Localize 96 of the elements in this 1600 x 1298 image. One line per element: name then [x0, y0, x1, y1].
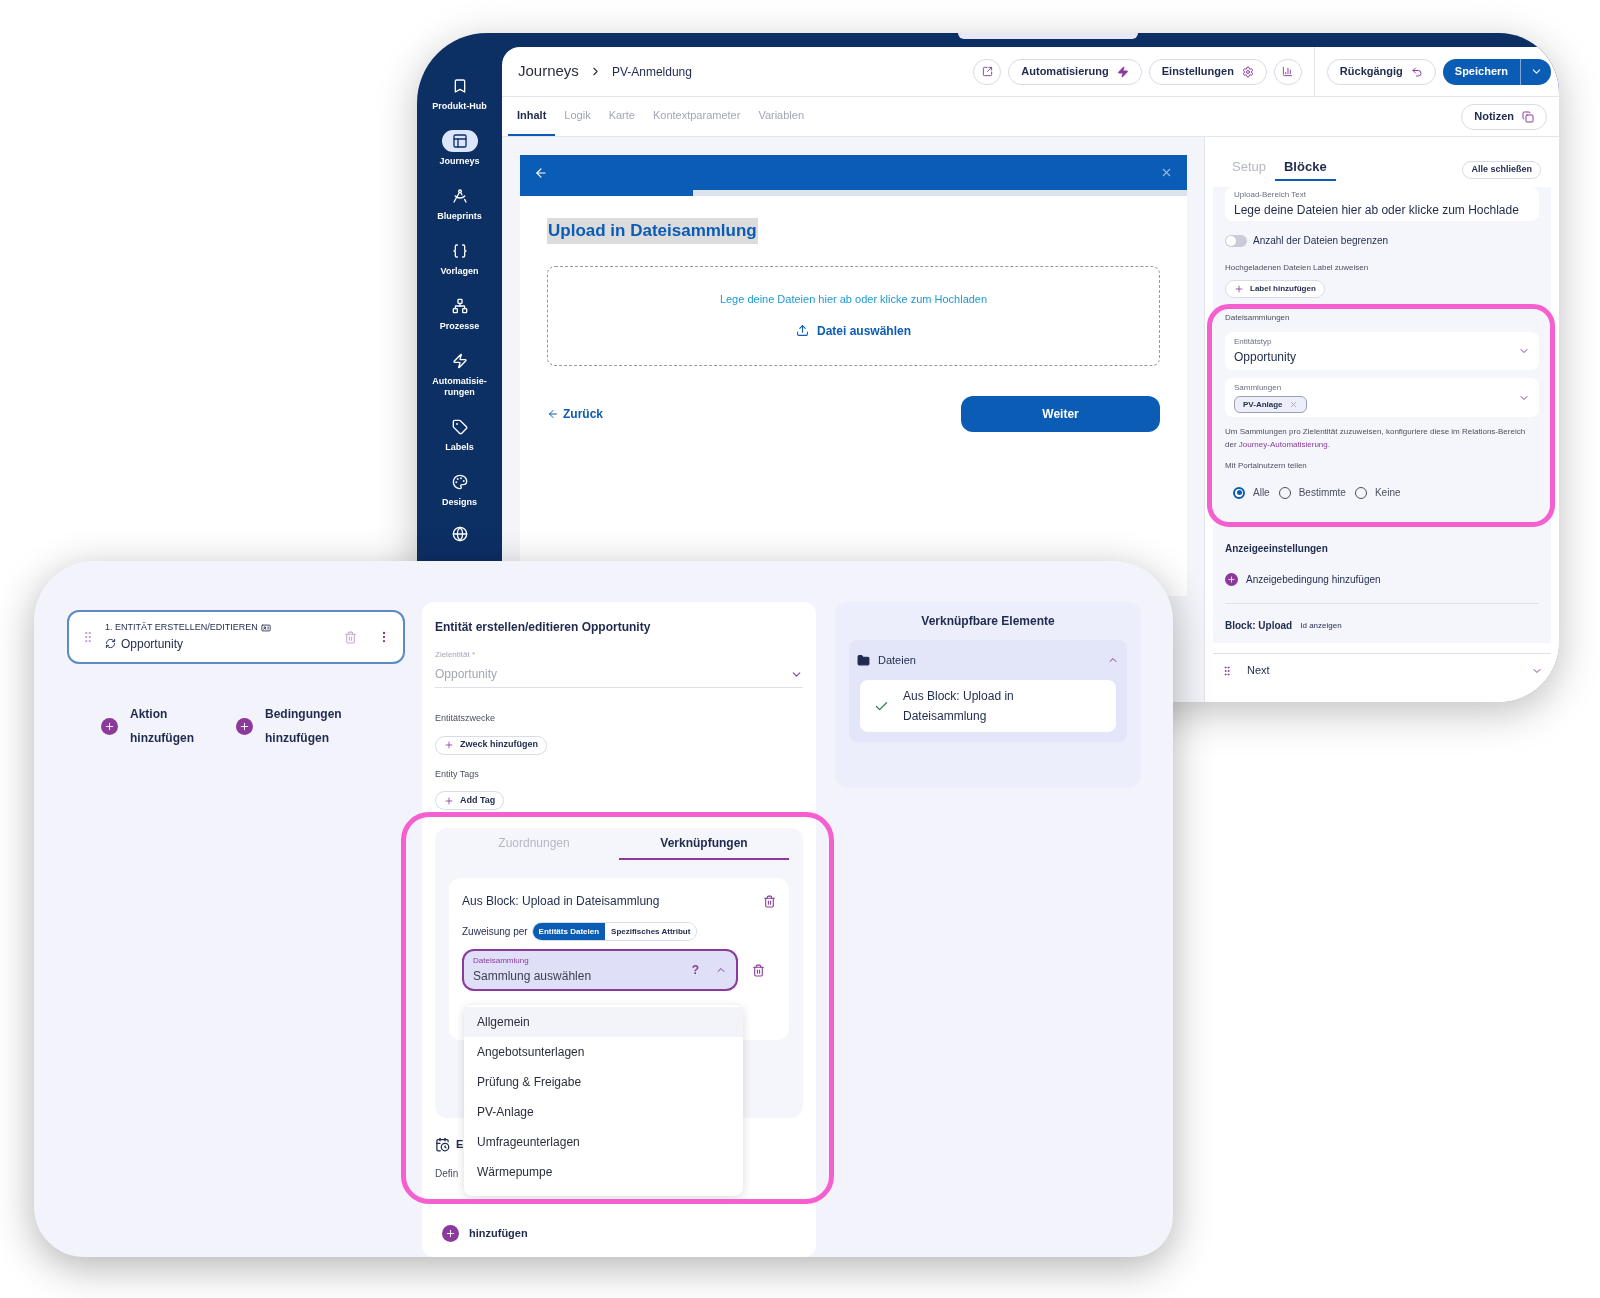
- collection-chip[interactable]: PV-Anlage: [1234, 396, 1307, 413]
- assign-label: Zuweisung per: [462, 925, 528, 939]
- calendar-icon: [435, 1136, 450, 1152]
- tab[interactable]: Verknüpfungen: [619, 828, 789, 860]
- toggle-switch[interactable]: [1225, 234, 1247, 247]
- sidebar-item[interactable]: Blueprints: [419, 185, 500, 222]
- add-condition-button[interactable]: Anzeigebedingung hinzufügen: [1225, 572, 1381, 587]
- plus-icon: [444, 740, 454, 750]
- external-link-icon: [981, 66, 993, 77]
- panel-title: Entität erstellen/editieren Opportunity: [435, 619, 652, 636]
- block-row[interactable]: Next: [1213, 653, 1551, 687]
- globe-icon: [451, 526, 468, 542]
- entity-name: Opportunity: [121, 635, 184, 653]
- row-label: E: [456, 1137, 464, 1152]
- sidebar-icon: [451, 133, 468, 149]
- radio-button[interactable]: [1233, 486, 1245, 499]
- settings-icon: [1241, 65, 1254, 78]
- sidebar-item[interactable]: Prozesse: [419, 295, 500, 332]
- dropdown-option[interactable]: Wärmepumpe: [464, 1157, 743, 1187]
- form-title: Upload in Dateisammlung: [547, 218, 758, 244]
- drag-handle-icon[interactable]: [1221, 664, 1233, 677]
- radio-option[interactable]: Alle: [1233, 485, 1270, 500]
- card-icon: [260, 623, 271, 633]
- sidebar-icon: [451, 474, 468, 490]
- dropdown-option[interactable]: Umfrageunterlagen: [464, 1127, 743, 1157]
- delete-icon: [344, 630, 357, 644]
- add-time-button[interactable]: hinzufügen: [442, 1224, 528, 1242]
- block-title: Block: Upload: [1225, 619, 1293, 633]
- notes-button[interactable]: Notizen: [1461, 103, 1547, 130]
- radio-option[interactable]: Keine: [1354, 485, 1401, 500]
- collection-select[interactable]: Dateisammlung Sammlung auswählen ?: [462, 949, 738, 991]
- search-field[interactable]: [958, 33, 1138, 39]
- breadcrumb-link[interactable]: Journeys: [518, 60, 579, 83]
- upload-icon: [796, 324, 809, 338]
- group-header[interactable]: Dateien: [849, 640, 1127, 680]
- sidebar-item[interactable]: Vorlagen: [419, 240, 500, 277]
- plus-icon: [444, 795, 454, 806]
- add-action-button[interactable]: Bedingungen hinzufügen: [236, 702, 342, 750]
- undo-button[interactable]: Rückgängig: [1326, 58, 1436, 85]
- dropzone[interactable]: Lege deine Dateien hier ab oder klicke zum Hochladen Datei auswählen: [547, 265, 1160, 366]
- settings-button[interactable]: Einstellungen: [1148, 58, 1267, 85]
- dropdown-option[interactable]: Allgemein: [464, 1007, 743, 1037]
- dropdown-option[interactable]: Angebotsunterlagen: [464, 1037, 743, 1067]
- sidebar-icon: [451, 188, 468, 204]
- toggle-label: Anzahl der Dateien begrenzen: [1253, 234, 1389, 248]
- breadcrumb-current: PV-Anmeldung: [611, 63, 692, 81]
- plus-icon: [1234, 284, 1244, 294]
- sidebar-icon: [451, 353, 468, 369]
- sidebar-icon: [451, 419, 468, 435]
- row-text: Defin: [435, 1166, 459, 1181]
- field-label: Mit Portalnutzern teilen: [1225, 460, 1308, 472]
- link-title: Aus Block: Upload in Dateisammlung: [462, 893, 660, 910]
- delete-icon: [752, 963, 765, 977]
- section-heading: Dateisammlungen: [1225, 312, 1291, 324]
- field-label: Entitätszwecke: [435, 712, 497, 725]
- folder-icon: [857, 653, 870, 667]
- sidebar-item[interactable]: Labels: [419, 416, 500, 453]
- dropdown-option[interactable]: Prüfung & Freigabe: [464, 1067, 743, 1097]
- upload-text-field[interactable]: Upload-Bereich Text Lege deine Dateien hier ab oder klicke zum Hochlade: [1225, 187, 1539, 221]
- sidebar-item[interactable]: Automatisie-rungen: [419, 350, 500, 398]
- field-label: Hochgeladenen Dateien Label zuweisen: [1225, 262, 1370, 274]
- radio-option[interactable]: Bestimmte: [1278, 485, 1346, 500]
- sidebar-item[interactable]: Produkt-Hub: [419, 75, 500, 112]
- delete-icon: [763, 894, 776, 908]
- back-arrow-icon: [534, 165, 548, 180]
- undo-icon: [1410, 65, 1423, 78]
- field-label: Entity Tags: [435, 767, 480, 781]
- close-icon: [1160, 166, 1173, 179]
- sidebar-icon: [451, 298, 468, 314]
- bar-chart-icon: [1282, 66, 1294, 77]
- choose-file-button[interactable]: Datei auswählen: [796, 321, 911, 340]
- arrow-left-icon: [547, 407, 559, 420]
- entity-type-select[interactable]: Entitätstyp Opportunity: [1225, 332, 1539, 370]
- back-link[interactable]: Zurück: [547, 404, 603, 423]
- automation-link[interactable]: Journey-Automatisierung.: [1238, 440, 1330, 449]
- dropdown-option[interactable]: PV-Anlage: [464, 1097, 743, 1127]
- next-button[interactable]: Weiter: [961, 395, 1160, 432]
- tab[interactable]: Blöcke: [1275, 156, 1336, 181]
- linkable-item[interactable]: Aus Block: Upload in Dateisammlung: [860, 680, 1116, 732]
- sidebar-item[interactable]: Designs: [419, 471, 500, 508]
- segment-option[interactable]: Entitäts Dateien: [532, 923, 606, 940]
- show-id-link[interactable]: Id anzeigen: [1300, 619, 1342, 632]
- copy-icon: [1522, 110, 1534, 123]
- add-action-button[interactable]: Aktion hinzufügen: [101, 702, 194, 750]
- panel-title: Verknüpfbare Elemente: [920, 613, 1056, 630]
- automation-button[interactable]: Automatisierung: [1008, 58, 1142, 85]
- lightning-icon: [1116, 65, 1129, 78]
- help-text: Um Sammlungen pro Zielentität zuzuweisen, konfiguriere diese im Relations-Bereich der Journey-Automatisierung.: [1225, 426, 1527, 451]
- section-heading: Anzeigeeinstellungen: [1225, 542, 1329, 556]
- sync-icon: [105, 638, 116, 650]
- step-node-card[interactable]: 1. ENTITÄT ERSTELLEN/EDITIEREN Opportunity: [67, 610, 405, 664]
- step-label: 1. ENTITÄT ERSTELLEN/EDITIEREN: [105, 621, 258, 635]
- sidebar-icon: [451, 243, 468, 259]
- add-label-button[interactable]: Label hinzufügen: [1225, 280, 1325, 298]
- collections-select[interactable]: Sammlungen PV-Anlage: [1225, 378, 1539, 417]
- sidebar-item[interactable]: Journeys: [419, 130, 500, 167]
